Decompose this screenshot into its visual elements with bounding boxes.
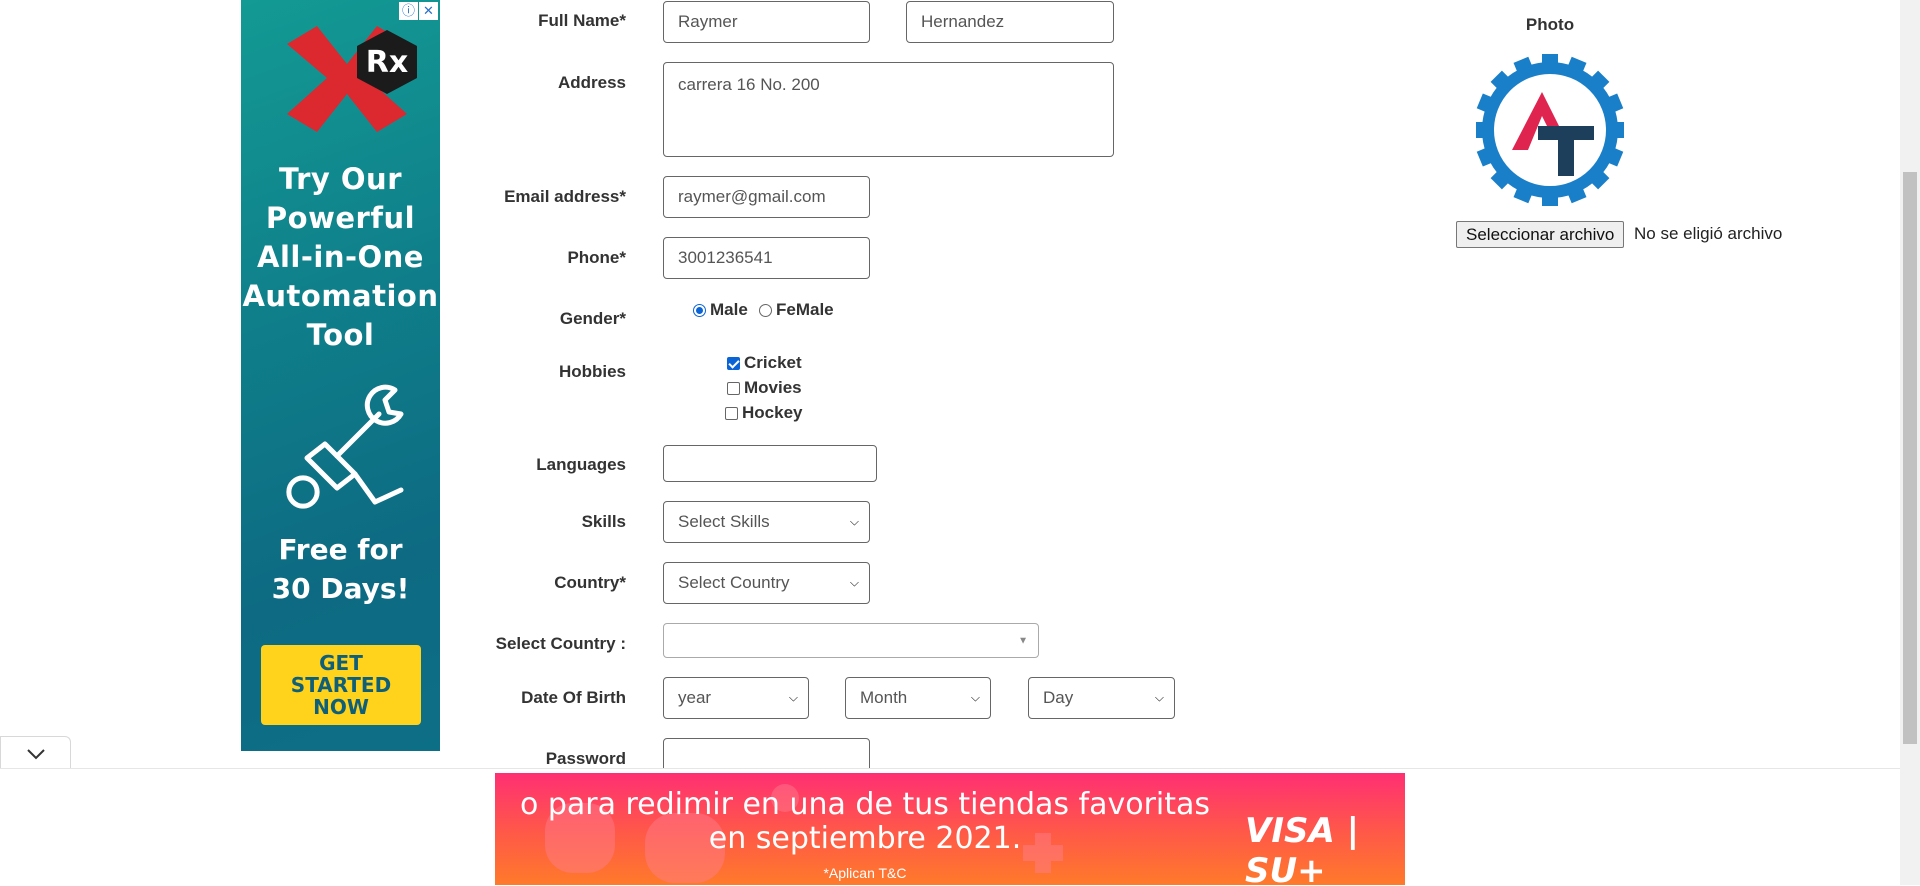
country-selected-value: Select Country [678,573,790,592]
last-name-input[interactable]: Hernandez [906,1,1114,43]
languages-label: Languages [536,455,626,474]
gender-label: Gender* [559,309,626,328]
dob-year-value: year [678,688,712,707]
radio-control[interactable] [759,303,772,317]
dob-year-select[interactable]: year ⌵ [663,677,809,719]
get-started-button[interactable]: GET STARTED NOW [261,645,421,725]
chevron-down-icon: ⌵ [1154,690,1164,705]
scrollbar-thumb[interactable] [1903,172,1917,744]
skills-selected-value: Select Skills [678,512,770,531]
chevron-down-icon[interactable] [1,737,72,769]
address-label: Address [557,73,626,92]
ad-subheadline: Free for 30 Days! [271,533,410,605]
hobby-movies-checkbox[interactable]: Movies [727,378,802,398]
checkbox-control[interactable] [727,356,740,370]
select-country-label: Select Country : [495,634,626,653]
visa-su-brand: VISA | SU+ [1245,811,1360,885]
chevron-down-icon: ⌵ [970,690,980,705]
gender-male-label: Male [710,300,748,319]
svg-text:Rx: Rx [366,45,408,80]
skills-label: Skills [581,512,626,531]
ad-headline: Try Our Powerful All-in-One Automation T… [242,162,439,352]
radio-control[interactable] [693,303,706,317]
email-input[interactable]: raymer@gmail.com [663,176,870,218]
wrench-hand-icon [286,384,404,509]
hobby-movies-label: Movies [744,378,802,397]
dob-day-value: Day [1043,688,1074,707]
chevron-down-icon: ⌵ [849,575,859,590]
ad-line-2: en septiembre 2021. [708,821,1022,856]
languages-input[interactable] [663,445,877,482]
gender-female-radio[interactable]: FeMale [759,300,834,320]
full-name-label: Full Name* [538,11,626,30]
ad-line-1: o para redimir en una de tus tiendas fav… [519,787,1211,822]
country-select[interactable]: Select Country ⌵ [663,562,870,604]
dob-month-value: Month [860,688,908,707]
phone-label: Phone* [567,248,626,267]
choose-file-button[interactable]: Seleccionar archivo [1456,221,1625,248]
address-textarea[interactable]: carrera 16 No. 200 [663,62,1114,157]
photo-label: Photo [1525,15,1575,34]
hobby-hockey-checkbox[interactable]: Hockey [725,403,802,423]
first-name-input[interactable]: Raymer [663,1,870,43]
hobby-cricket-label: Cricket [744,353,802,372]
skills-select[interactable]: Select Skills ⌵ [663,501,870,543]
gender-female-label: FeMale [776,300,834,319]
password-label: Password [545,749,626,768]
chevron-down-icon: ⌵ [788,690,798,705]
bottom-advertisement[interactable]: o para redimir en una de tus tiendas fav… [495,773,1405,885]
hobbies-label: Hobbies [558,362,626,381]
gender-male-radio[interactable]: Male [693,300,748,320]
checkbox-control[interactable] [725,406,738,420]
country-label: Country* [554,573,626,592]
caret-down-icon: ▼ [1018,635,1028,646]
at-gear-logo [1476,54,1624,206]
select-country-combobox[interactable]: ▼ [663,623,1039,658]
file-status-text: No se eligió archivo [1634,224,1783,243]
dob-month-select[interactable]: Month ⌵ [845,677,991,719]
chevron-down-icon: ⌵ [849,514,859,529]
hobby-cricket-checkbox[interactable]: Cricket [727,353,802,373]
rx-logo: Rx [287,26,417,132]
dob-day-select[interactable]: Day ⌵ [1028,677,1175,719]
phone-input[interactable]: 3001236541 [663,237,870,279]
checkbox-control[interactable] [727,381,740,395]
email-label: Email address* [504,187,626,206]
left-advertisement[interactable]: ⓘ ✕ Rx Try Our Powerful All-in-One Autom… [241,0,440,751]
ad-terms: *Aplican T&C [823,865,907,881]
collapse-ad-tab[interactable] [0,736,71,768]
hobby-hockey-label: Hockey [742,403,803,422]
dob-label: Date Of Birth [521,688,626,707]
